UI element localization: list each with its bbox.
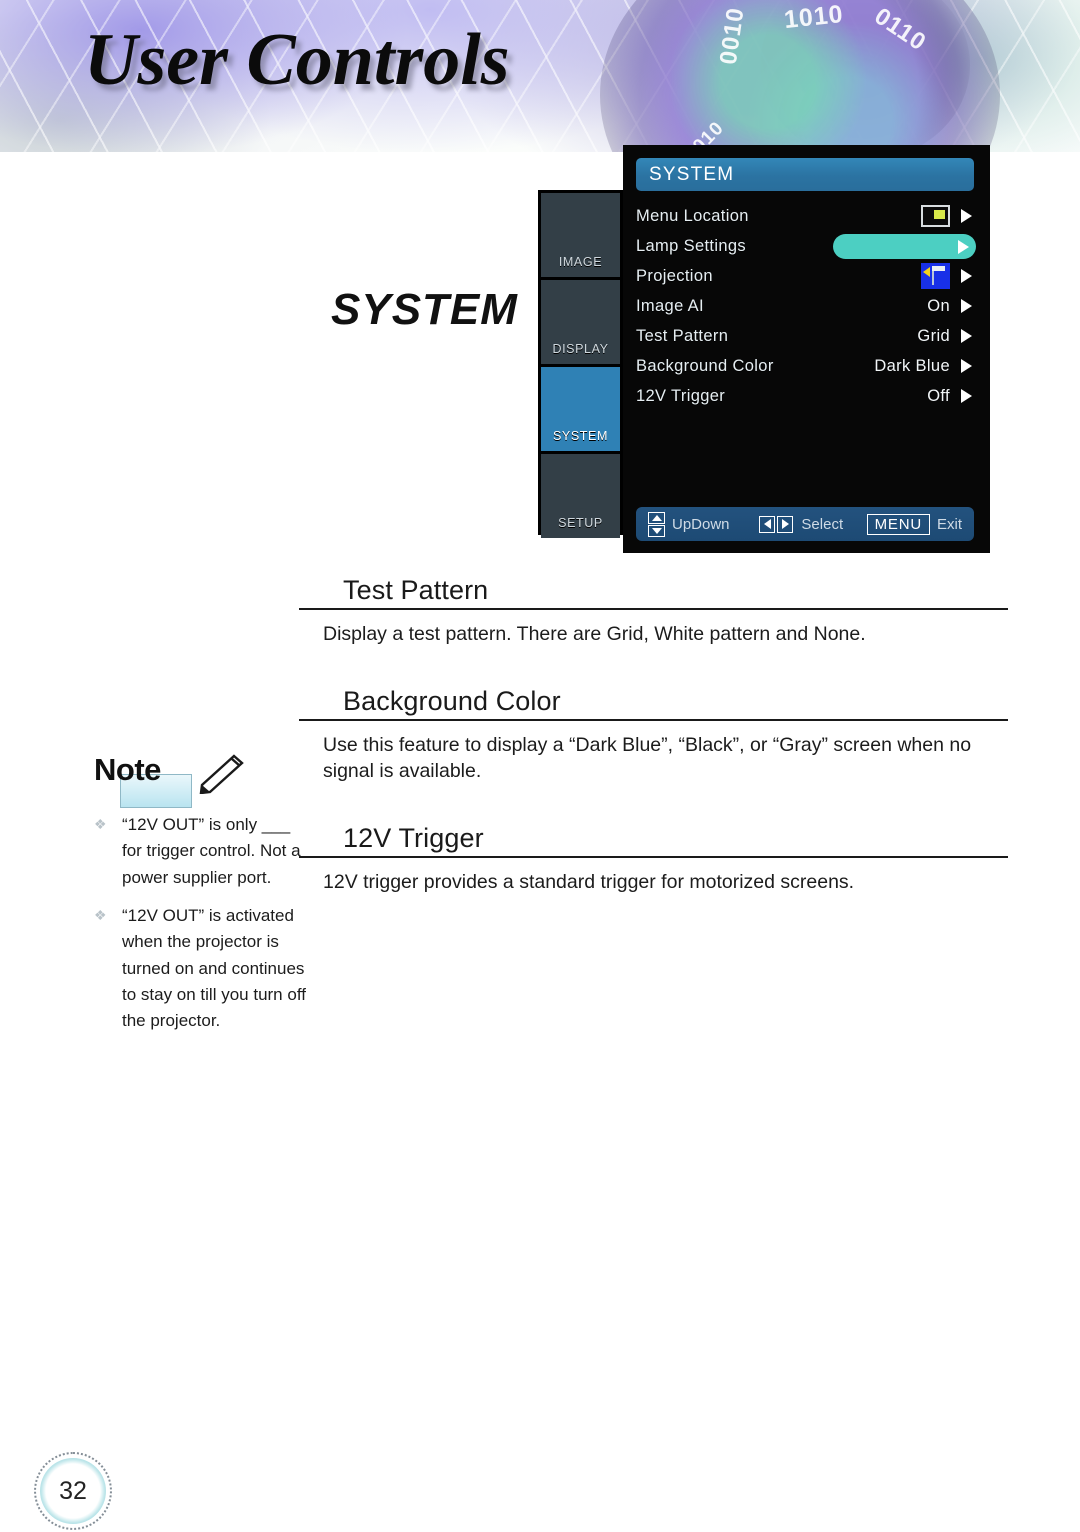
note-list-item: ❖ “12V OUT” is activated when the projec… [88,903,313,1035]
osd-footer-updown-label: UpDown [672,515,730,533]
osd-tab-display[interactable]: DISPLAY [541,280,620,364]
heading-test-pattern: Test Pattern [343,575,489,605]
heading-underline [299,608,1008,610]
osd-tab-image-label: IMAGE [558,255,603,269]
osd-menu: IMAGE DISPLAY SYSTEM SETUP SYSTEM Menu L… [538,145,990,557]
osd-row-image-ai-value: On [927,296,950,315]
diamond-bullet-icon: ❖ [94,816,107,832]
note-item-text: “12V OUT” is only ___ for trigger contro… [122,815,301,887]
page-number-badge: 32 [34,1452,112,1530]
content-section-test-pattern: Test Pattern Display a test pattern. The… [299,575,1008,648]
osd-footer-exit[interactable]: MENU Exit [866,513,962,535]
osd-row-lamp-settings[interactable]: Lamp Settings [636,231,976,261]
chevron-right-icon[interactable] [961,359,972,373]
osd-footer-updown[interactable]: UpDown [648,511,730,537]
osd-footer-select-label: Select [801,515,844,533]
osd-row-projection[interactable]: Projection [636,261,976,291]
osd-tab-system[interactable]: SYSTEM [541,367,620,451]
body-background-color: Use this feature to display a “Dark Blue… [323,733,972,783]
osd-row-image-ai[interactable]: Image AI On [636,291,976,321]
page-number-value: 32 [47,1465,99,1517]
osd-row-12v-trigger-label: 12V Trigger [636,386,726,405]
pencil-icon [199,754,244,794]
osd-tab-system-label: SYSTEM [553,429,608,443]
note-item-text: “12V OUT” is activated when the projecto… [122,906,306,1031]
body-12v-trigger: 12V trigger provides a standard trigger … [323,871,855,894]
osd-row-lamp-settings-label: Lamp Settings [636,236,747,255]
page-section-title: SYSTEM [331,285,518,334]
osd-row-background-color-label: Background Color [636,356,774,375]
osd-row-test-pattern-label: Test Pattern [636,326,729,345]
page-banner: 1001 0101 1001 0010 1010 0110 10010 0110… [0,0,1080,152]
chevron-right-icon[interactable] [961,389,972,403]
osd-footer-exit-label: Exit [936,515,962,533]
chevron-right-icon[interactable] [958,239,969,254]
osd-row-background-color[interactable]: Background Color Dark Blue [636,351,976,381]
osd-row-projection-value [851,263,976,289]
note-callout: Note ❖ “12V OUT” is only ___ for trigger… [88,752,313,1047]
osd-row-menu-location-label: Menu Location [636,206,749,225]
note-list: ❖ “12V OUT” is only ___ for trigger cont… [88,812,313,1035]
osd-row-12v-trigger-value: Off [927,386,950,405]
osd-row-menu-location[interactable]: Menu Location [636,201,976,231]
body-test-pattern: Display a test pattern. There are Grid, … [323,623,866,645]
heading-underline [299,718,1008,721]
note-list-item: ❖ “12V OUT” is only ___ for trigger cont… [88,812,313,891]
right-arrow-icon [777,515,794,533]
osd-header-title: SYSTEM [636,158,974,191]
osd-footer-select[interactable]: Select [759,515,844,533]
osd-row-12v-trigger[interactable]: 12V Trigger Off [636,381,976,411]
menu-location-icon [921,205,950,227]
osd-row-lamp-settings-highlight[interactable] [833,234,976,259]
osd-tab-display-label: DISPLAY [552,342,609,356]
osd-tab-setup-label: SETUP [558,516,603,530]
heading-underline [299,856,1008,859]
osd-row-image-ai-label: Image AI [636,296,704,315]
left-arrow-icon [759,515,776,533]
diamond-bullet-icon: ❖ [94,907,107,924]
content-section-background-color: Background Color Use this feature to dis… [299,685,1008,785]
osd-row-list: Menu Location Lamp Settings Projection I… [636,201,976,411]
projection-icon [921,263,950,289]
chevron-right-icon[interactable] [961,329,972,343]
osd-sidebar: IMAGE DISPLAY SYSTEM SETUP [538,190,623,538]
content-section-12v-trigger: 12V Trigger 12V trigger provides a stand… [299,823,1008,896]
updown-arrows-icon [648,511,665,537]
main-content: Test Pattern Display a test pattern. The… [299,575,1008,934]
note-badge-label: Note [94,752,161,788]
binary-globe-graphic: 1001 0101 1001 0010 1010 0110 10010 0110… [600,0,1000,152]
heading-12v-trigger: 12V Trigger [343,823,484,854]
note-badge-text: Note [94,752,161,787]
menu-key-label[interactable]: MENU [866,513,930,535]
osd-tab-setup[interactable]: SETUP [541,454,620,538]
banner-title: User Controls [84,19,510,101]
osd-row-background-color-value: Dark Blue [874,356,950,375]
chevron-right-icon[interactable] [961,269,972,283]
osd-panel: SYSTEM Menu Location Lamp Settings Proje… [623,145,990,553]
heading-background-color: Background Color [343,685,561,716]
osd-row-test-pattern-value: Grid [917,326,950,345]
osd-row-menu-location-value [851,205,976,227]
chevron-right-icon[interactable] [961,209,972,223]
osd-footer-bar: UpDown Select MENU Exit [636,507,974,541]
note-badge: Note [88,752,313,808]
osd-row-test-pattern[interactable]: Test Pattern Grid [636,321,976,351]
osd-row-projection-label: Projection [636,266,713,285]
chevron-right-icon[interactable] [961,299,972,313]
osd-tab-image[interactable]: IMAGE [541,193,620,277]
